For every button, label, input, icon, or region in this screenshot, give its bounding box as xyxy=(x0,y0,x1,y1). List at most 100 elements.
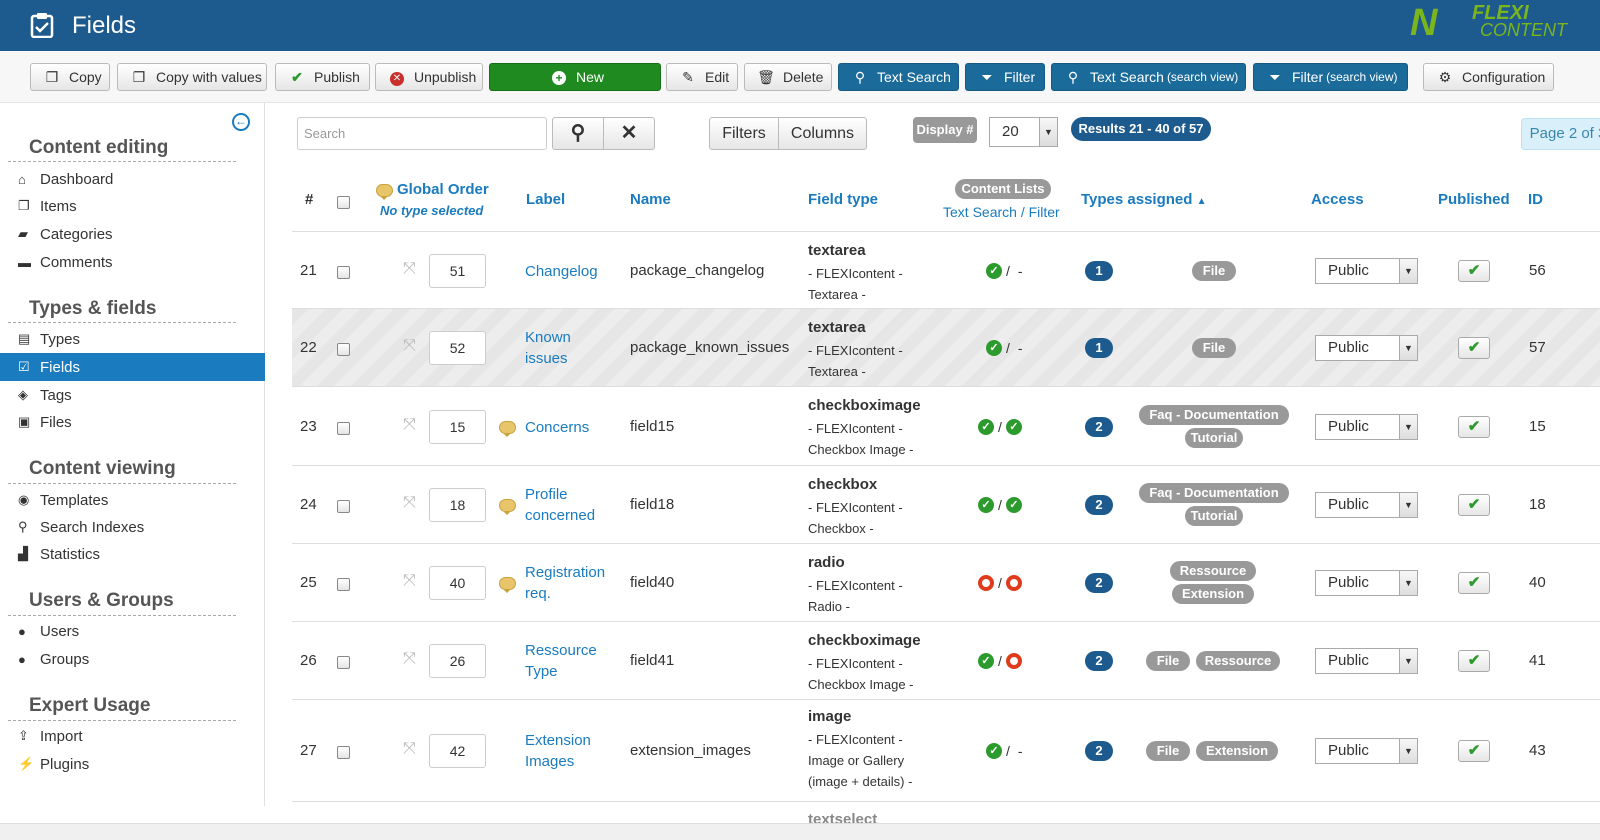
col-access[interactable]: Access xyxy=(1311,191,1364,208)
access-select[interactable]: Public ▼ xyxy=(1315,257,1418,284)
drag-handle-icon[interactable]: ⤧ xyxy=(403,740,416,758)
sidebar-item-users[interactable]: ● Users xyxy=(0,617,265,645)
sidebar-item-categories[interactable]: ▰ Categories xyxy=(0,220,265,248)
sidebar-item-dashboard[interactable]: ⌂ Dashboard xyxy=(0,165,265,193)
row-checkbox[interactable] xyxy=(337,746,350,759)
check-circle-icon[interactable]: ✓ xyxy=(978,653,994,670)
filter-button[interactable]: ⏷ Filter xyxy=(965,63,1045,91)
check-circle-icon[interactable]: ✓ xyxy=(1005,497,1022,514)
published-toggle[interactable]: ✔ xyxy=(1458,259,1490,282)
order-input[interactable]: 40 xyxy=(429,566,486,600)
drag-handle-icon[interactable]: ⤧ xyxy=(403,260,416,278)
sidebar-item-fields[interactable]: ☑ Fields xyxy=(0,353,265,381)
clear-search-button[interactable]: ✕ xyxy=(603,117,655,150)
col-global-order[interactable]: Global Order xyxy=(397,181,489,198)
check-circle-icon[interactable]: ✓ xyxy=(978,497,994,514)
disabled-circle-icon[interactable] xyxy=(1005,653,1022,670)
sidebar-item-import[interactable]: ⇪ Import xyxy=(0,722,265,750)
field-label-link[interactable]: Extension Images xyxy=(525,730,591,772)
publish-button[interactable]: ✔ Publish xyxy=(275,63,370,91)
row-checkbox[interactable] xyxy=(337,578,350,591)
col-published[interactable]: Published xyxy=(1438,191,1510,208)
columns-button[interactable]: Columns xyxy=(778,117,867,150)
sidebar-item-plugins[interactable]: ⚡ Plugins xyxy=(0,750,265,778)
drag-handle-icon[interactable]: ⤧ xyxy=(403,337,416,355)
field-label-link[interactable]: Known issues xyxy=(525,327,571,369)
drag-handle-icon[interactable]: ⤧ xyxy=(403,650,416,668)
edit-button[interactable]: ✎ Edit xyxy=(666,63,738,91)
search-input[interactable]: Search xyxy=(297,117,547,150)
sidebar-item-templates[interactable]: ◉ Templates xyxy=(0,486,265,514)
drag-handle-icon[interactable]: ⤧ xyxy=(403,572,416,590)
sidebar-item-label: Files xyxy=(40,413,72,431)
row-checkbox[interactable] xyxy=(337,656,350,669)
order-input[interactable]: 18 xyxy=(429,488,486,522)
collapse-sidebar-icon[interactable]: ← xyxy=(232,113,250,131)
published-toggle[interactable]: ✔ xyxy=(1458,415,1490,438)
drag-handle-icon[interactable]: ⤧ xyxy=(403,416,416,434)
access-select[interactable]: Public ▼ xyxy=(1315,648,1418,674)
sidebar-item-tags[interactable]: ◈ Tags xyxy=(0,381,265,409)
check-circle-icon[interactable]: ✓ xyxy=(986,340,1002,357)
row-checkbox[interactable] xyxy=(337,265,350,279)
col-name[interactable]: Name xyxy=(630,191,671,208)
access-select[interactable]: Public ▼ xyxy=(1315,413,1418,440)
sidebar-item-files[interactable]: ▣ Files xyxy=(0,408,265,436)
search-filter-status: ✓ / - xyxy=(986,262,1027,279)
disabled-circle-icon[interactable] xyxy=(978,575,994,592)
check-circle-icon[interactable]: ✓ xyxy=(986,743,1002,760)
search-button[interactable]: ⚲ xyxy=(552,117,604,150)
text-search-search-view-button[interactable]: ⚲ Text Search (search view) xyxy=(1051,63,1246,91)
copy-button[interactable]: ❐ Copy xyxy=(30,63,110,91)
order-input[interactable]: 15 xyxy=(429,409,486,444)
unpublish-button[interactable]: ✕ Unpublish xyxy=(375,63,483,91)
check-circle-icon[interactable]: ✓ xyxy=(978,418,994,435)
col-label[interactable]: Label xyxy=(526,191,565,208)
row-checkbox[interactable] xyxy=(337,343,350,356)
configuration-button[interactable]: ⚙ Configuration xyxy=(1423,63,1554,91)
published-toggle[interactable]: ✔ xyxy=(1458,650,1490,672)
order-input[interactable]: 52 xyxy=(429,331,486,365)
field-label-link[interactable]: Concerns xyxy=(525,417,589,438)
order-input[interactable]: 42 xyxy=(429,734,486,768)
published-toggle[interactable]: ✔ xyxy=(1458,572,1490,594)
sidebar-item-comments[interactable]: ▬ Comments xyxy=(0,248,265,276)
published-toggle[interactable]: ✔ xyxy=(1458,740,1490,762)
display-select[interactable]: 20 ▼ xyxy=(989,117,1058,147)
new-button[interactable]: + New xyxy=(489,63,661,91)
published-toggle[interactable]: ✔ xyxy=(1458,494,1490,516)
row-checkbox[interactable] xyxy=(337,500,350,513)
field-label-link[interactable]: Profile concerned xyxy=(525,484,595,526)
access-select[interactable]: Public ▼ xyxy=(1315,492,1418,518)
order-input[interactable]: 26 xyxy=(429,644,486,678)
sidebar-item-statistics[interactable]: ▟ Statistics xyxy=(0,540,265,568)
field-label-link[interactable]: Registration req. xyxy=(525,562,605,604)
check-circle-icon[interactable]: ✓ xyxy=(1005,418,1022,435)
label-line: Extension xyxy=(525,732,591,749)
access-select[interactable]: Public ▼ xyxy=(1315,570,1418,596)
order-input[interactable]: 51 xyxy=(429,253,486,288)
drag-handle-icon[interactable]: ⤧ xyxy=(403,494,416,512)
col-id[interactable]: ID xyxy=(1528,191,1543,208)
text-search-button[interactable]: ⚲ Text Search xyxy=(838,63,959,91)
row-checkbox[interactable] xyxy=(337,421,350,435)
access-select[interactable]: Public ▼ xyxy=(1315,738,1418,764)
disabled-circle-icon[interactable] xyxy=(1005,575,1022,592)
sidebar-item-search-indexes[interactable]: ⚲ Search Indexes xyxy=(0,513,265,541)
col-field-type[interactable]: Field type xyxy=(808,191,878,208)
label-line: Images xyxy=(525,753,575,770)
published-toggle[interactable]: ✔ xyxy=(1458,337,1490,359)
filters-button[interactable]: Filters xyxy=(709,117,779,150)
access-select[interactable]: Public ▼ xyxy=(1315,335,1418,361)
field-label-link[interactable]: Changelog xyxy=(525,261,598,282)
copy-with-values-button[interactable]: ❐ Copy with values xyxy=(117,63,267,91)
select-all-checkbox[interactable] xyxy=(337,196,350,209)
col-types-assigned[interactable]: Types assigned ▲ xyxy=(1081,191,1207,208)
sidebar-item-groups[interactable]: ● Groups xyxy=(0,645,265,673)
check-circle-icon[interactable]: ✓ xyxy=(986,262,1002,279)
sidebar-item-types[interactable]: ▤ Types xyxy=(0,325,265,353)
sidebar-item-items[interactable]: ❐ Items xyxy=(0,192,265,220)
delete-button[interactable]: 🗑 Delete xyxy=(744,63,832,91)
filter-search-view-button[interactable]: ⏷ Filter (search view) xyxy=(1253,63,1408,91)
field-label-link[interactable]: Ressource Type xyxy=(525,640,597,682)
